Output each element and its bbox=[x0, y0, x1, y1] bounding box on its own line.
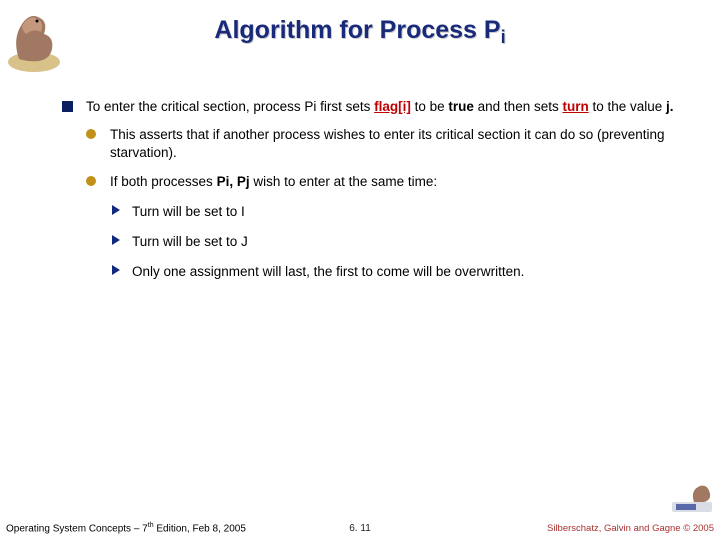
footer-edition: Operating System Concepts – 7th Edition,… bbox=[6, 522, 246, 534]
slide-content: To enter the critical section, process P… bbox=[62, 98, 680, 282]
bullet-level3: Turn will be set to J bbox=[112, 233, 680, 251]
bullet-level3: Only one assignment will last, the first… bbox=[112, 263, 680, 281]
bullet-level2: If both processes Pi, Pj wish to enter a… bbox=[86, 173, 680, 191]
turn-keyword: turn bbox=[562, 99, 588, 114]
footer-page-number: 6. 11 bbox=[349, 523, 371, 534]
bullet-level2: This asserts that if another process wis… bbox=[86, 126, 680, 162]
footer-copyright: Silberschatz, Galvin and Gagne © 2005 bbox=[547, 523, 714, 534]
dinosaur-logo-bottom bbox=[670, 478, 714, 514]
j-keyword: j. bbox=[666, 99, 674, 114]
arrow-bullet-icon bbox=[112, 235, 120, 245]
text: wish to enter at the same time: bbox=[250, 174, 438, 189]
text: to the value bbox=[589, 99, 666, 114]
bullet-level3: Turn will be set to I bbox=[112, 203, 680, 221]
text: Turn will be set to J bbox=[132, 234, 248, 249]
square-bullet-icon bbox=[62, 101, 73, 112]
dinosaur-logo-top bbox=[4, 4, 64, 74]
true-keyword: true bbox=[448, 99, 474, 114]
text: to be bbox=[411, 99, 449, 114]
title-subscript: i bbox=[501, 27, 506, 47]
text: and then sets bbox=[474, 99, 563, 114]
flag-keyword: flag[i] bbox=[374, 99, 411, 114]
bullet-level1: To enter the critical section, process P… bbox=[62, 98, 680, 116]
arrow-bullet-icon bbox=[112, 265, 120, 275]
slide-title: Algorithm for Process Pi bbox=[0, 0, 720, 45]
arrow-bullet-icon bbox=[112, 205, 120, 215]
text: If both processes bbox=[110, 174, 217, 189]
text: To enter the critical section, process P… bbox=[86, 99, 374, 114]
text: This asserts that if another process wis… bbox=[110, 127, 665, 160]
text: Turn will be set to I bbox=[132, 204, 245, 219]
title-main: Algorithm for Process P bbox=[214, 16, 500, 44]
text: Only one assignment will last, the first… bbox=[132, 264, 524, 279]
text: Edition, Feb 8, 2005 bbox=[154, 523, 246, 534]
circle-bullet-icon bbox=[86, 176, 96, 186]
pij-keyword: Pi, Pj bbox=[217, 174, 250, 189]
text: Operating System Concepts – 7 bbox=[6, 523, 148, 534]
circle-bullet-icon bbox=[86, 129, 96, 139]
